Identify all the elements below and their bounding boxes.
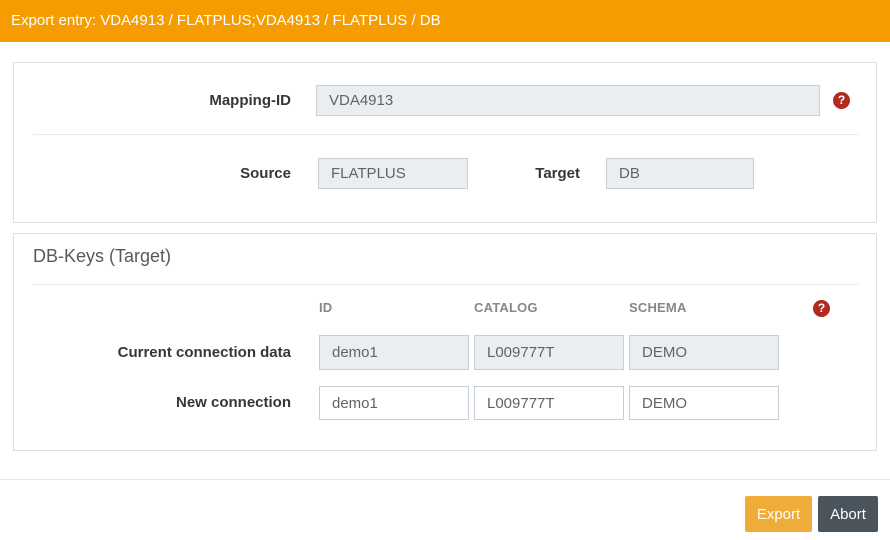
db-keys-title: DB-Keys (Target) <box>33 246 172 266</box>
current-connection-catalog-input <box>474 335 624 370</box>
mapping-panel: Mapping-ID ? Source Target <box>13 62 877 223</box>
mapping-id-help-icon[interactable]: ? <box>833 92 850 109</box>
current-connection-schema-input <box>629 335 779 370</box>
new-connection-catalog-input[interactable] <box>474 386 624 420</box>
new-connection-label: New connection <box>175 394 291 411</box>
current-connection-id-input <box>319 335 469 370</box>
mapping-id-input <box>316 85 820 116</box>
abort-button[interactable]: Abort <box>818 496 878 532</box>
new-connection-schema-input[interactable] <box>629 386 779 420</box>
target-label: Target <box>535 165 580 182</box>
target-input <box>606 158 754 189</box>
new-connection-id-input[interactable] <box>319 386 469 420</box>
column-header-schema: SCHEMA <box>629 300 687 315</box>
column-header-catalog: CATALOG <box>474 300 538 315</box>
source-input <box>318 158 468 189</box>
db-keys-help-icon[interactable]: ? <box>813 300 830 317</box>
column-header-id: ID <box>319 300 333 315</box>
mapping-id-label: Mapping-ID <box>209 92 291 109</box>
db-keys-panel: DB-Keys (Target) ID CATALOG SCHEMA ? Cur… <box>13 233 877 451</box>
mapping-panel-divider <box>33 134 859 135</box>
footer-divider <box>0 479 890 480</box>
export-button[interactable]: Export <box>745 496 812 532</box>
source-label: Source <box>240 165 291 182</box>
dialog-titlebar: Export entry: VDA4913 / FLATPLUS;VDA4913… <box>0 0 890 42</box>
current-connection-label: Current connection data <box>117 344 291 361</box>
db-keys-divider <box>33 284 859 285</box>
